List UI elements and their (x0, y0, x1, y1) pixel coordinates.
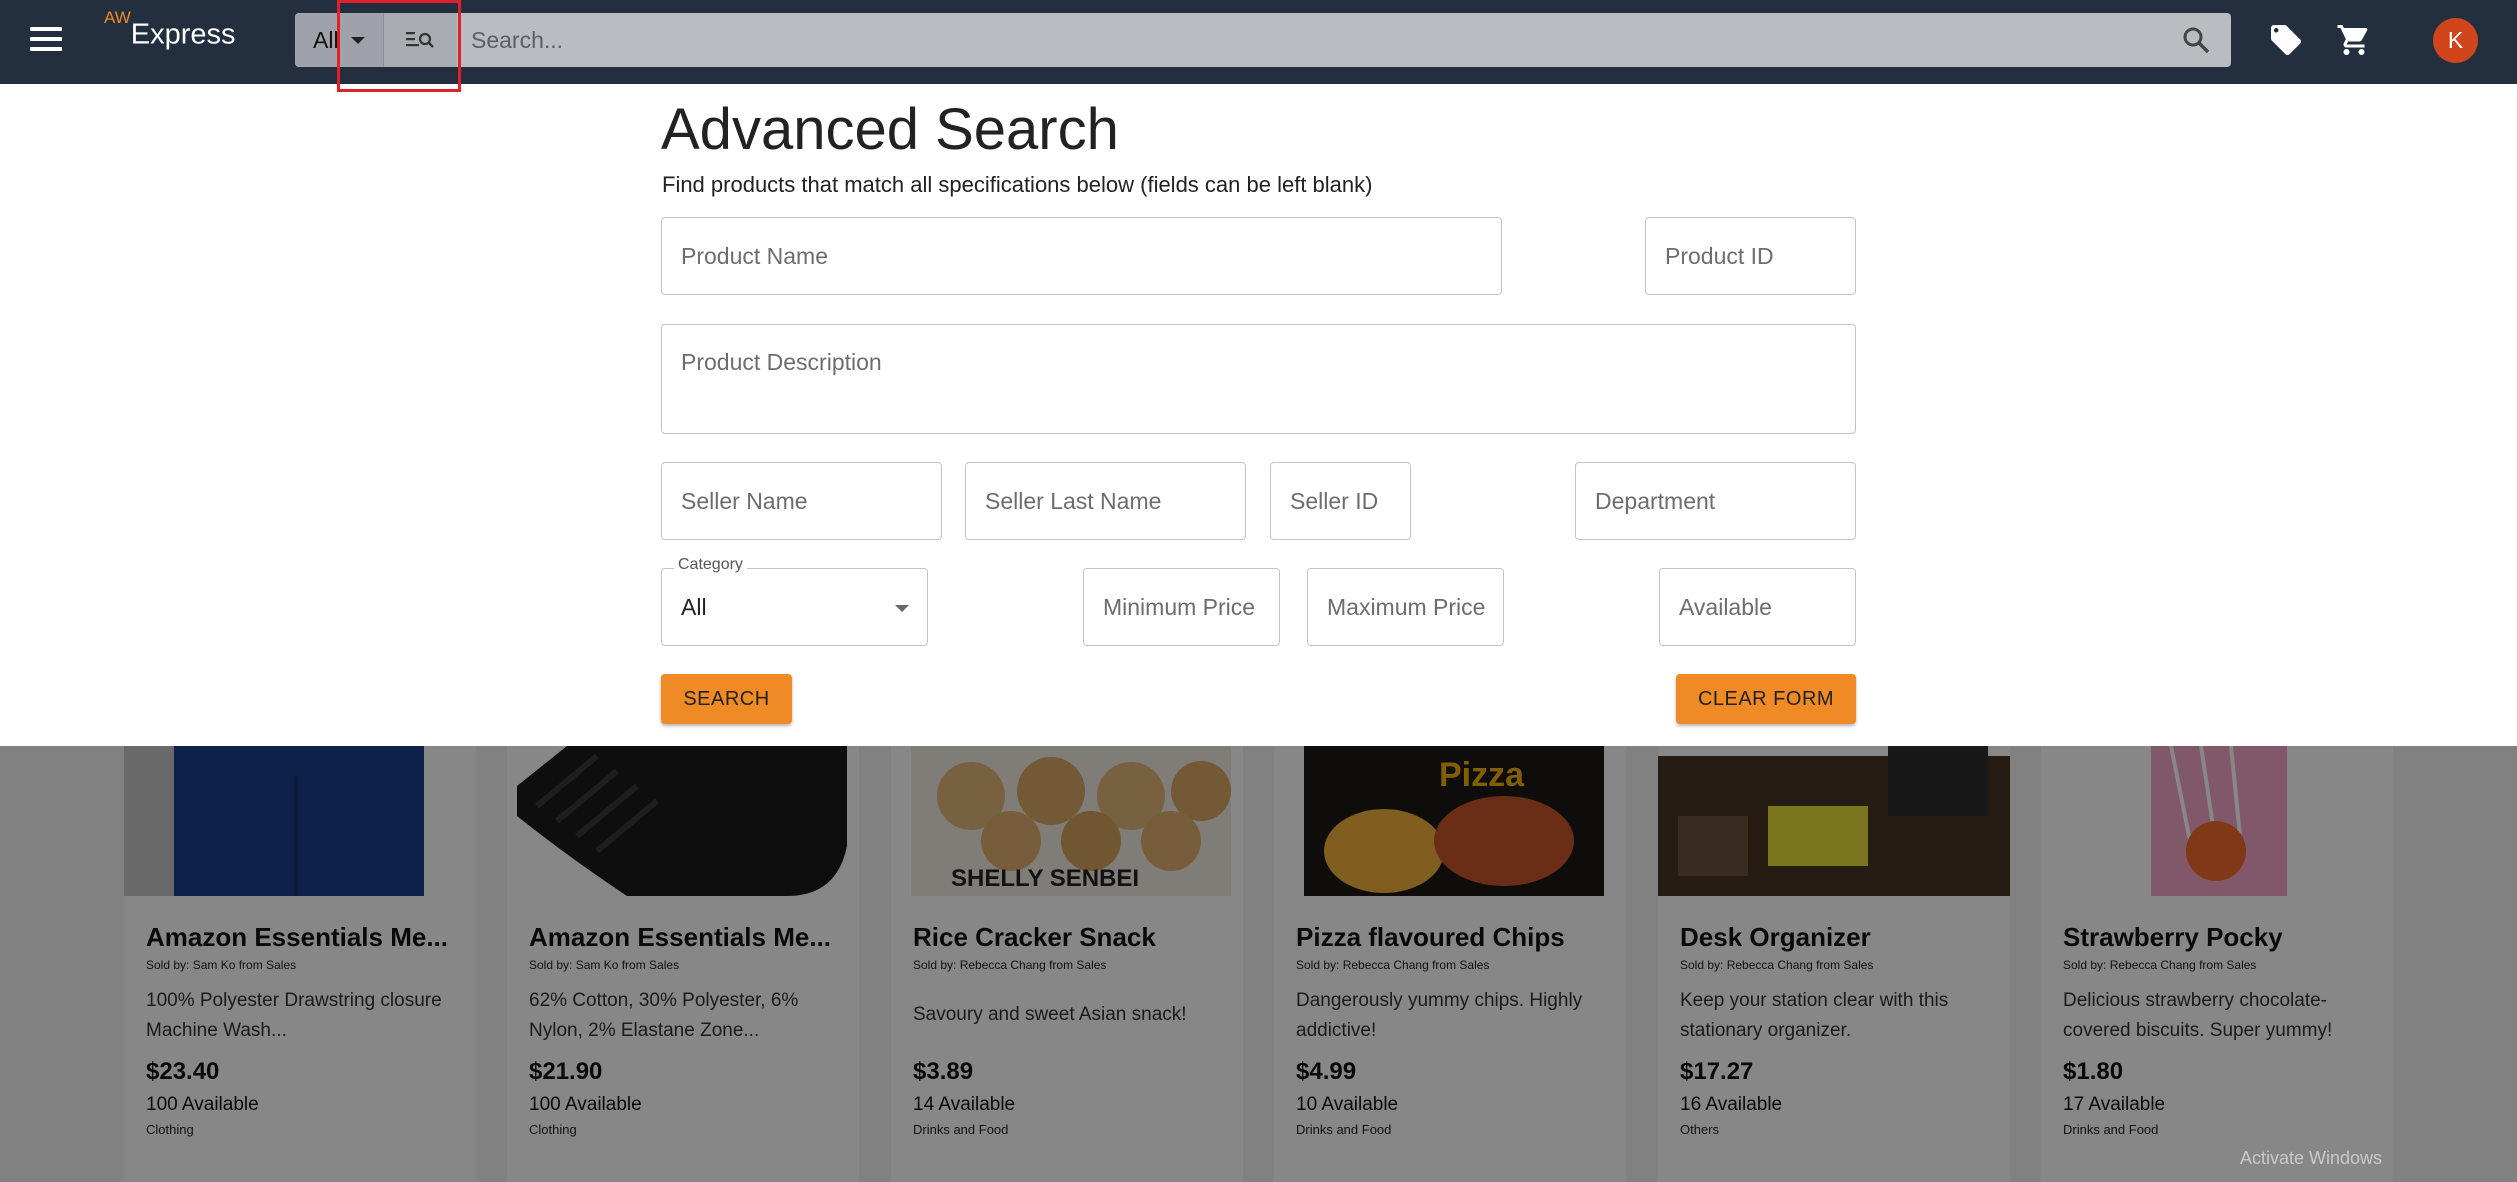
department-field[interactable]: Department (1575, 462, 1856, 540)
product-description-field[interactable]: Product Description (661, 324, 1856, 434)
seller-name-field[interactable]: Seller Name (661, 462, 942, 540)
available-field[interactable]: Available (1659, 568, 1856, 646)
advanced-search-panel: Advanced Search Find products that match… (0, 84, 2517, 746)
search-icon[interactable] (2181, 25, 2211, 55)
highlight-box (337, 0, 461, 92)
menu-icon[interactable] (30, 27, 62, 57)
search-bar: All (295, 13, 2231, 67)
category-value: All (681, 593, 707, 620)
category-label: Category (674, 556, 747, 574)
product-id-field[interactable]: Product ID (1645, 217, 1856, 295)
activate-windows-watermark: Activate Windows (2240, 1148, 2383, 1168)
chevron-down-icon (895, 605, 909, 612)
page-title: Advanced Search (661, 97, 1119, 162)
maximum-price-field[interactable]: Maximum Price (1307, 568, 1504, 646)
app-root: AWExpress All Search... K Advanced Searc… (0, 0, 2517, 1182)
search-button[interactable]: SEARCH (661, 674, 792, 724)
product-name-field[interactable]: Product Name (661, 217, 1502, 295)
app-logo[interactable]: AWExpress (104, 8, 236, 52)
category-select[interactable]: All (661, 568, 928, 646)
minimum-price-field[interactable]: Minimum Price (1083, 568, 1280, 646)
clear-form-button[interactable]: CLEAR FORM (1676, 674, 1856, 724)
seller-id-field[interactable]: Seller ID (1270, 462, 1411, 540)
seller-last-name-field[interactable]: Seller Last Name (965, 462, 1246, 540)
tag-icon[interactable] (2268, 22, 2304, 58)
modal-backdrop[interactable] (0, 746, 2517, 1182)
cart-icon[interactable] (2336, 22, 2372, 58)
search-input[interactable] (471, 13, 2111, 67)
page-subtitle: Find products that match all specificati… (662, 172, 1373, 197)
search-category-value: All (313, 27, 339, 53)
avatar[interactable]: K (2433, 18, 2478, 63)
